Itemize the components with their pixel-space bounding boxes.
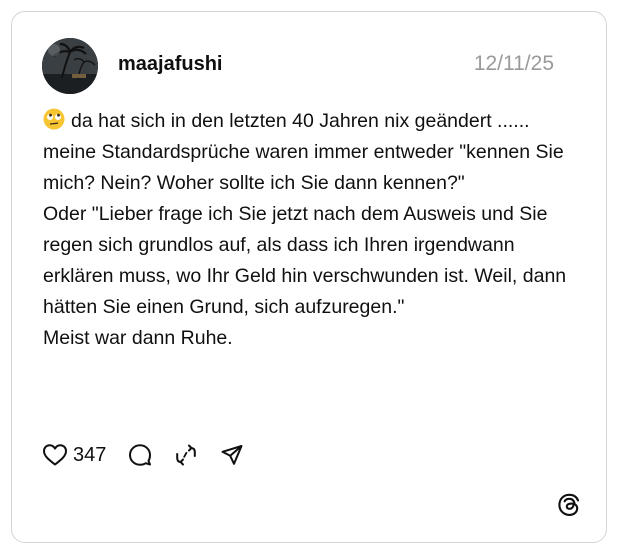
comment-button[interactable]: [128, 443, 152, 467]
post-text-line: Meist war dann Ruhe.: [43, 327, 233, 349]
post-text-line: da hat sich in den letzten 40 Jahren nix…: [43, 110, 564, 194]
threads-logo-icon[interactable]: [556, 492, 582, 518]
post-date: 12/11/25: [473, 52, 554, 75]
post-paragraph: Meist war dann Ruhe.: [43, 323, 583, 354]
eye-roll-emoji-icon: [43, 108, 65, 130]
heart-icon: [43, 444, 67, 466]
share-button[interactable]: [220, 443, 244, 467]
share-icon: [221, 445, 243, 465]
post-body: da hat sich in den letzten 40 Jahren nix…: [43, 106, 583, 354]
like-count: 347: [73, 444, 107, 466]
post-text-line: Oder "Lieber frage ich Sie jetzt nach de…: [43, 203, 567, 318]
post-paragraph: Oder "Lieber frage ich Sie jetzt nach de…: [43, 199, 583, 323]
post-paragraph: da hat sich in den letzten 40 Jahren nix…: [43, 106, 583, 199]
username[interactable]: maajafushi: [118, 52, 222, 76]
like-button[interactable]: 347: [42, 443, 106, 467]
avatar-image: [42, 38, 98, 94]
avatar[interactable]: [42, 38, 98, 94]
comment-icon: [129, 444, 152, 466]
action-bar: 347: [42, 440, 266, 470]
repost-icon: [176, 444, 197, 466]
post-card: maajafushi 12/11/25 da hat sich in den l…: [11, 11, 607, 543]
repost-button[interactable]: [174, 443, 198, 467]
